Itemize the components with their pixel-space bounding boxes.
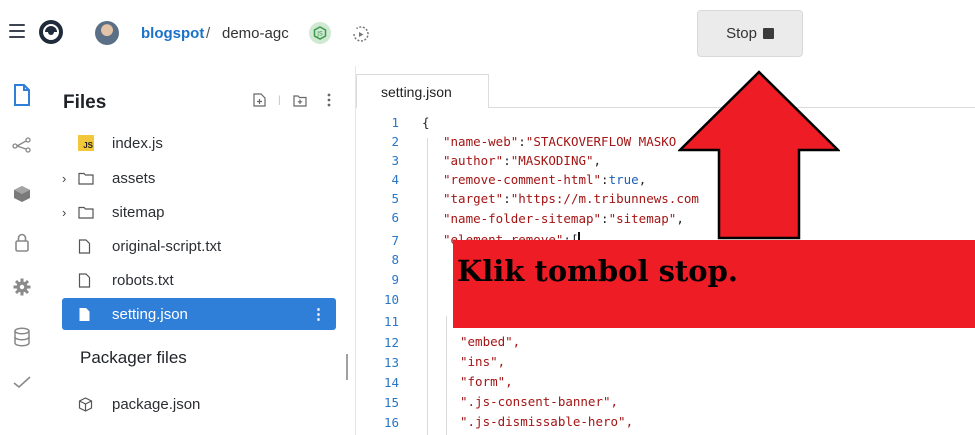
repo-name-link[interactable]: demo-agc <box>222 25 289 42</box>
line-number: 16 <box>383 415 399 430</box>
git-branch-icon[interactable] <box>11 134 33 156</box>
files-actions: | <box>253 93 331 107</box>
top-bar: blogspot / demo-agc JS Stop <box>0 0 975 66</box>
line-number: 15 <box>383 395 399 410</box>
repo-separator: / <box>206 25 211 42</box>
code-line: "name-web":"STACKOVERFLOW MASKO <box>443 134 677 149</box>
line-number: 12 <box>383 335 399 350</box>
database-icon[interactable] <box>11 326 33 348</box>
code-line: ".js-consent-banner", <box>460 394 619 409</box>
line-number: 11 <box>383 314 399 329</box>
code-line: "target":"https://m.tribunnews.com <box>443 191 699 206</box>
nodejs-icon[interactable]: JS <box>309 22 331 44</box>
folder-label: sitemap <box>112 203 165 221</box>
panel-resize-handle[interactable] <box>346 354 348 380</box>
line-number: 2 <box>391 134 399 149</box>
file-item-package-json[interactable]: package.json <box>62 388 336 420</box>
file-label: index.js <box>112 134 163 152</box>
file-label: robots.txt <box>112 271 174 289</box>
file-icon[interactable] <box>11 84 33 106</box>
indent-guide <box>446 316 447 435</box>
stop-square-icon <box>762 28 774 39</box>
file-label: original-script.txt <box>112 237 222 255</box>
app-logo-icon[interactable] <box>38 19 64 45</box>
file-icon <box>78 237 100 255</box>
code-line: "author":"MASKODING", <box>443 153 602 168</box>
line-number: 6 <box>391 210 399 225</box>
file-item-robots[interactable]: robots.txt <box>62 264 336 296</box>
svg-text:JS: JS <box>316 31 323 38</box>
gear-icon[interactable] <box>11 276 33 298</box>
file-label: setting.json <box>112 305 188 323</box>
file-label: package.json <box>112 395 201 413</box>
file-icon <box>78 305 100 323</box>
instruction-text: Klik tombol stop. <box>457 254 739 288</box>
action-divider: | <box>278 94 281 106</box>
js-file-icon: JS <box>78 134 100 152</box>
code-line: { <box>422 115 430 130</box>
line-number: 9 <box>391 272 399 287</box>
folder-label: assets <box>112 169 156 187</box>
files-panel: Files | JS index.js › assets › sitemap o… <box>44 66 344 435</box>
stop-button-label: Stop <box>726 25 757 42</box>
files-title: Files <box>63 92 107 113</box>
code-line: "form", <box>460 374 513 389</box>
instruction-banner: Klik tombol stop. <box>453 240 975 328</box>
menu-icon[interactable] <box>9 24 25 38</box>
new-file-icon[interactable] <box>253 93 266 107</box>
package-icon[interactable] <box>11 183 33 205</box>
chevron-right-icon[interactable]: › <box>62 171 78 186</box>
file-icon <box>78 271 100 289</box>
package-icon <box>78 395 100 413</box>
line-number: 5 <box>391 191 399 206</box>
line-number: 10 <box>383 292 399 307</box>
chevron-right-icon[interactable]: › <box>62 205 78 220</box>
code-line: "ins", <box>460 354 506 369</box>
line-number: 7 <box>391 233 399 248</box>
line-number: 14 <box>383 375 399 390</box>
line-number: 13 <box>383 355 399 370</box>
folder-icon <box>78 203 100 221</box>
line-number: 3 <box>391 153 399 168</box>
file-options-icon[interactable]: ⋮ <box>311 305 326 323</box>
file-item-index-js[interactable]: JS index.js <box>62 127 336 159</box>
file-item-original-script[interactable]: original-script.txt <box>62 230 336 262</box>
line-number: 4 <box>391 172 399 187</box>
line-number: 1 <box>391 115 399 130</box>
folder-item-sitemap[interactable]: › sitemap <box>62 196 336 228</box>
folder-item-assets[interactable]: › assets <box>62 162 336 194</box>
packager-files-title: Packager files <box>80 348 187 367</box>
lock-icon[interactable] <box>11 231 33 253</box>
activity-bar <box>0 66 44 435</box>
user-avatar[interactable] <box>95 21 119 45</box>
tab-setting-json[interactable]: setting.json <box>356 74 489 108</box>
code-line: "remove-comment-html":true, <box>443 172 647 187</box>
check-icon[interactable] <box>11 371 33 393</box>
repo-owner-link[interactable]: blogspot <box>141 25 204 42</box>
file-item-setting-json[interactable]: setting.json ⋮ <box>62 298 336 330</box>
arrow-up-icon <box>678 70 840 240</box>
new-folder-icon[interactable] <box>293 94 307 107</box>
stop-button[interactable]: Stop <box>697 10 803 57</box>
line-number: 8 <box>391 252 399 267</box>
code-line: ".js-dismissable-hero", <box>460 414 634 429</box>
code-line: "embed", <box>460 334 521 349</box>
code-line: "name-folder-sitemap":"sitemap", <box>443 211 684 226</box>
more-options-icon[interactable] <box>327 93 331 107</box>
history-icon[interactable] <box>350 23 372 45</box>
indent-guide <box>427 138 428 435</box>
folder-icon <box>78 169 100 187</box>
